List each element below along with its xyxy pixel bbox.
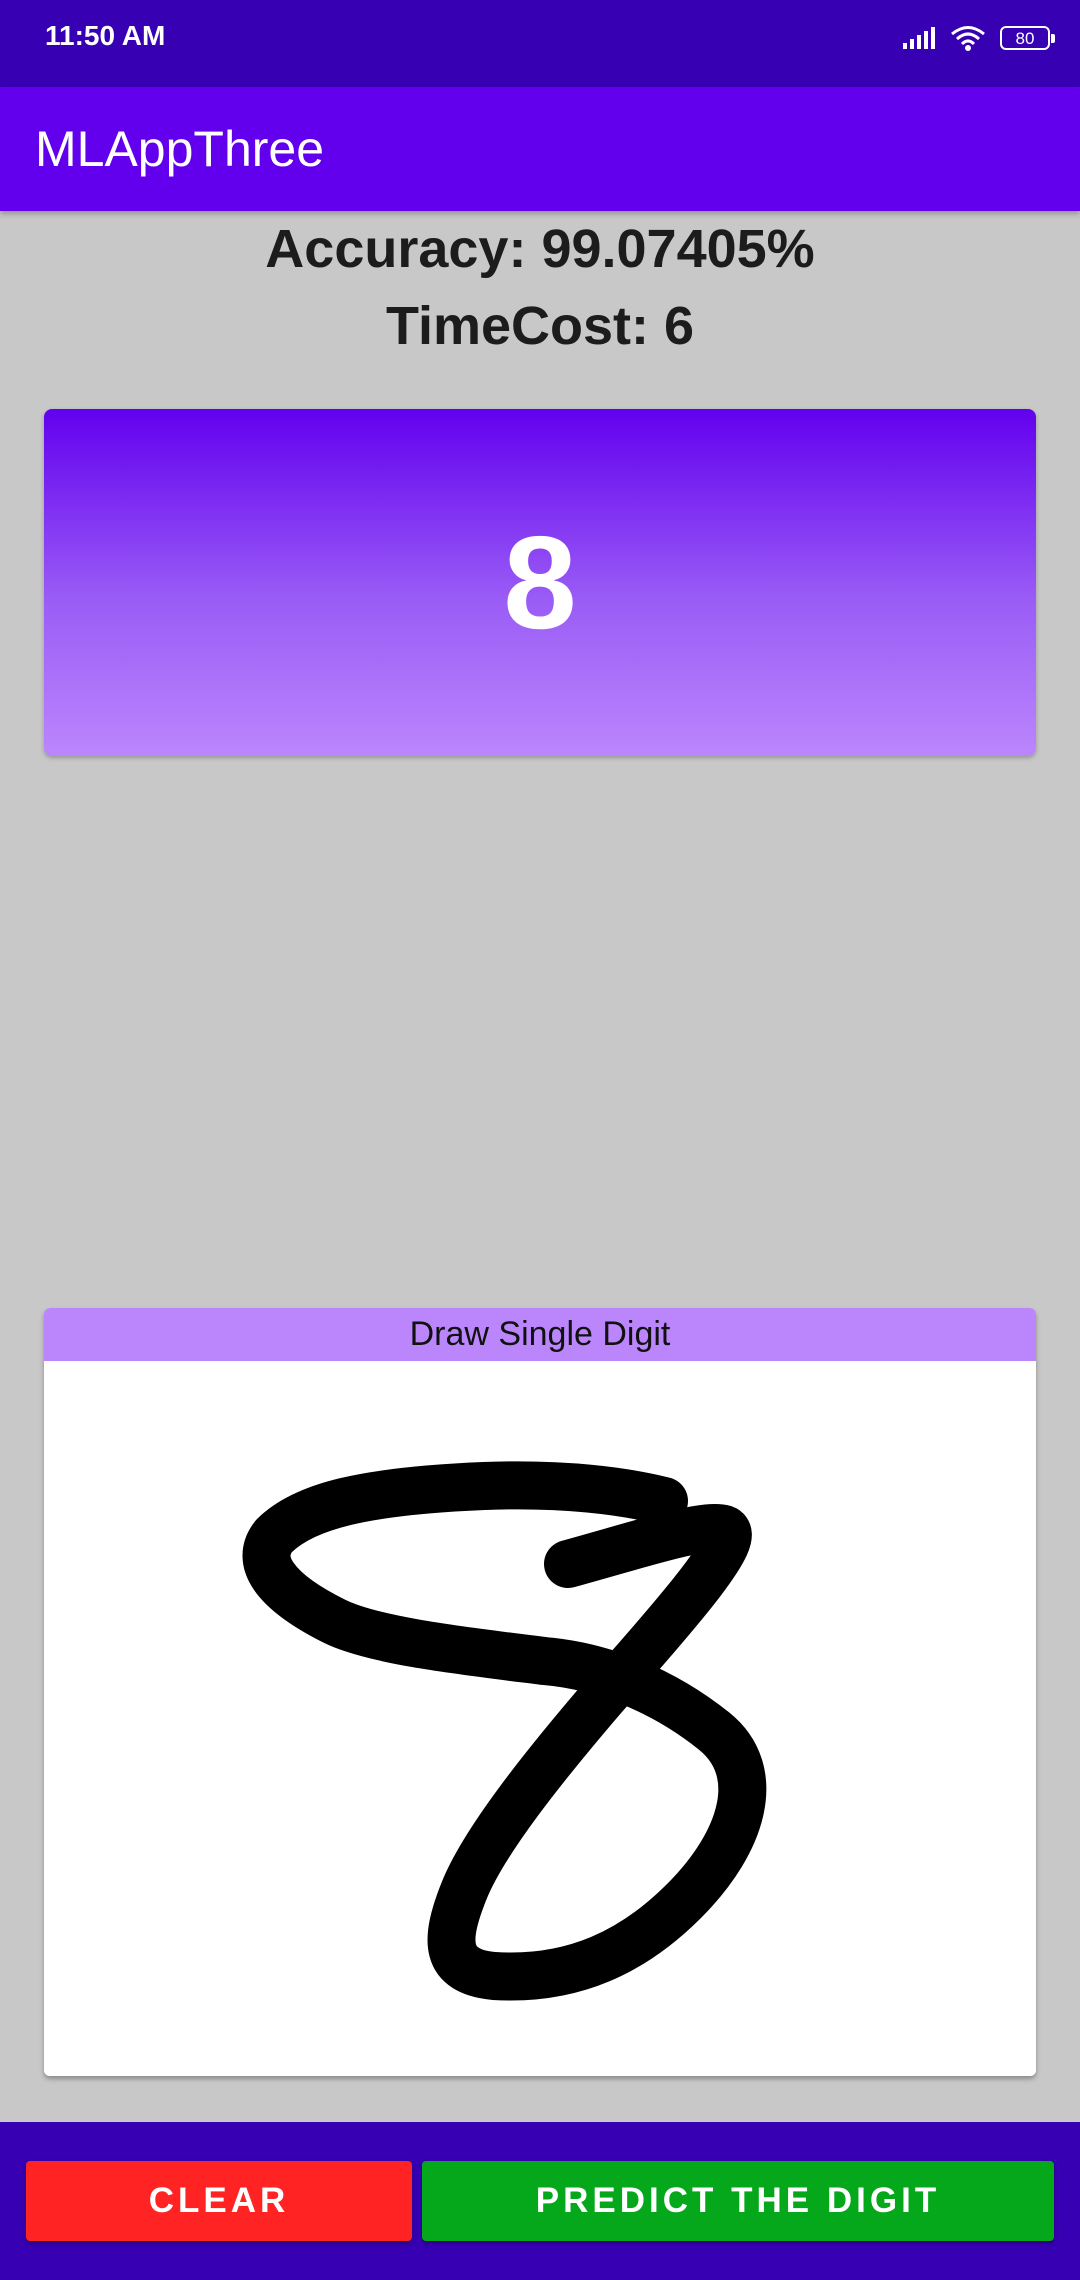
app-bar: MLAppThree [0, 87, 1080, 211]
battery-level: 80 [1015, 28, 1035, 48]
timecost-text: TimeCost: 6 [385, 296, 695, 356]
status-icons: 80 [902, 22, 1055, 54]
bottom-bar: CLEAR PREDICT THE DIGIT [0, 2122, 1080, 2280]
drawing-canvas[interactable] [44, 1361, 1036, 2076]
app-title: MLAppThree [35, 121, 325, 177]
prediction-card: 8 [44, 409, 1036, 756]
drawn-digit-stroke [242, 1461, 767, 2001]
battery-icon: 80 [1000, 26, 1055, 50]
accuracy-text: Accuracy: 99.07405% [265, 219, 815, 279]
predict-button[interactable]: PREDICT THE DIGIT [422, 2161, 1054, 2241]
predicted-digit: 8 [503, 508, 577, 656]
signal-icon [903, 27, 935, 49]
wifi-icon [951, 26, 985, 51]
drawing-card: Draw Single Digit [44, 1308, 1036, 2076]
drawing-header: Draw Single Digit [44, 1308, 1036, 1361]
status-bar: 11:50 AM 80 [0, 0, 1080, 87]
clear-button[interactable]: CLEAR [26, 2161, 412, 2241]
status-time: 11:50 AM [45, 20, 166, 51]
